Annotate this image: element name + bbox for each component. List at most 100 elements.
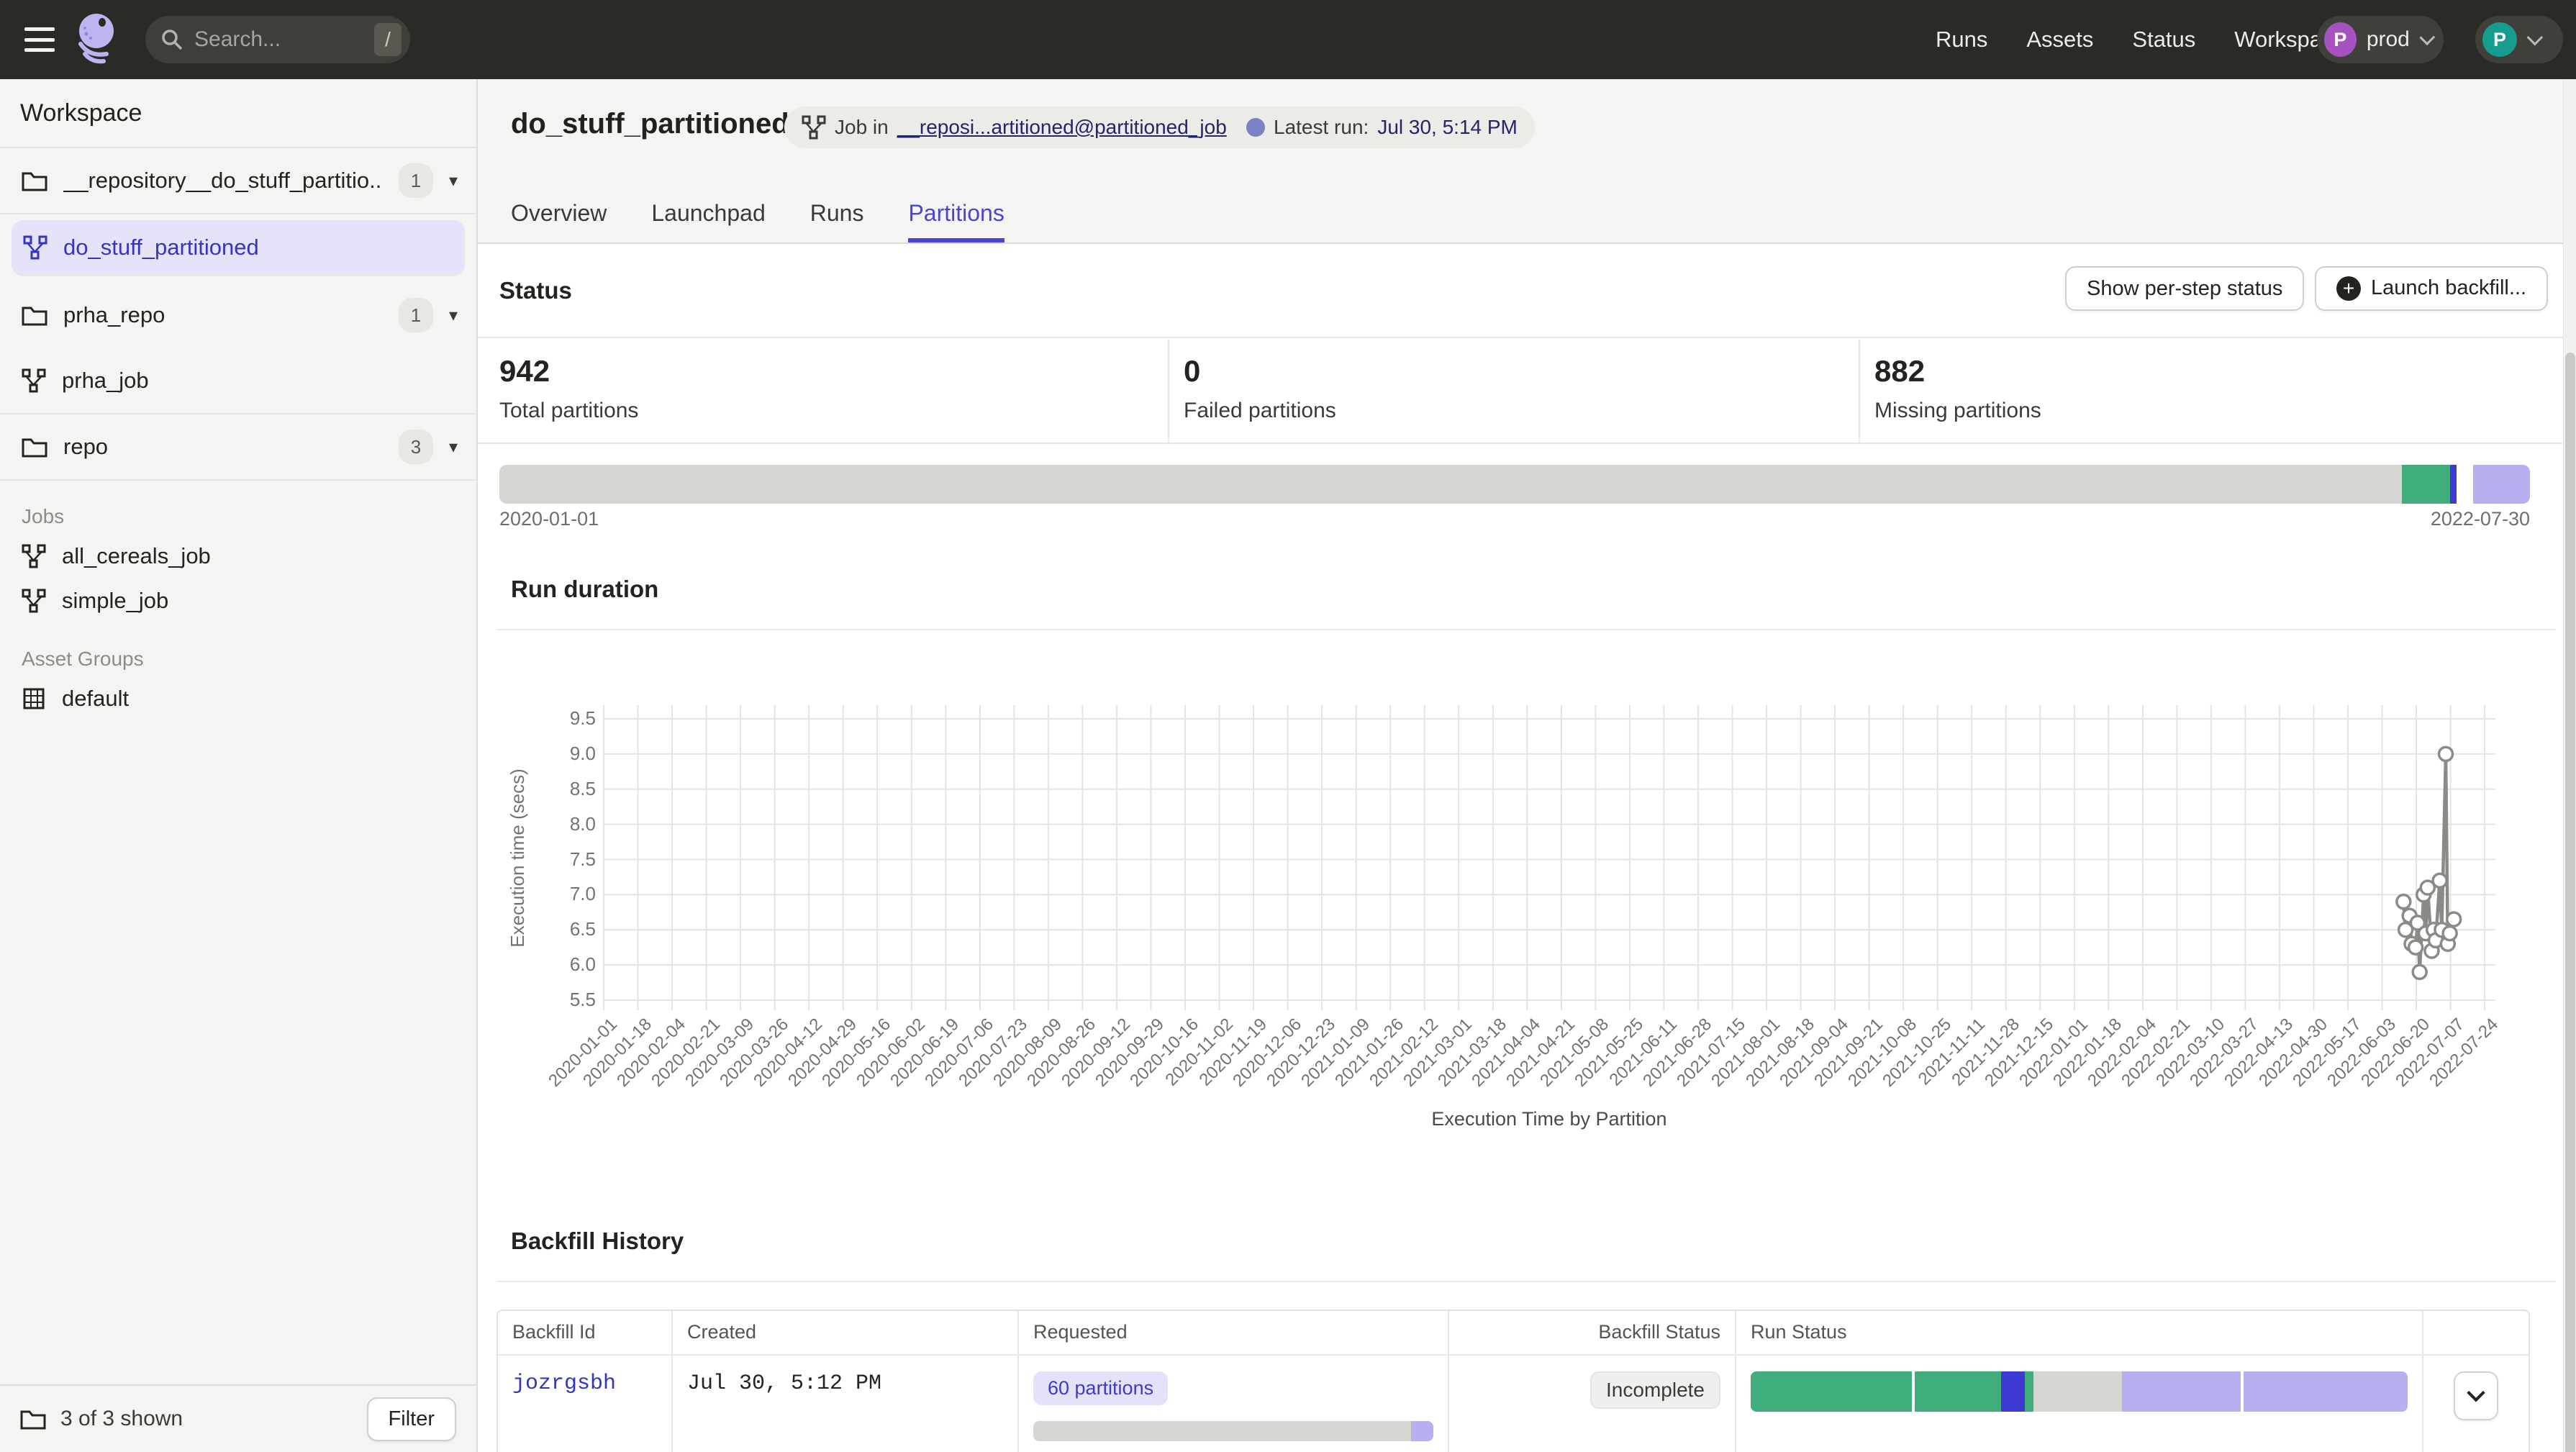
sidebar-item-repo[interactable]: repo3▾ [0, 414, 476, 481]
launch-backfill-button[interactable]: +Launch backfill... [2315, 266, 2548, 311]
expand-row-button[interactable] [2454, 1371, 2498, 1420]
sidebar-item-all-cereals-job[interactable]: all_cereals_job [0, 534, 476, 578]
tab-runs[interactable]: Runs [810, 200, 864, 242]
column-header-expand [2423, 1311, 2529, 1354]
job-count-badge: 3 [399, 430, 433, 464]
run-status-segment [2025, 1371, 2034, 1412]
sidebar-item-list: __repository__do_stuff_partitio... 1 ▾ do_s… [0, 148, 476, 721]
y-tick-label: 9.0 [532, 743, 596, 765]
status-heading: Status [499, 277, 572, 304]
deployment-switcher[interactable]: P prod [2317, 16, 2444, 63]
asset-group-icon [22, 686, 46, 711]
column-header-requested: Requested [1019, 1311, 1449, 1354]
latest-run-label: Latest run: [1274, 116, 1369, 139]
job-origin-link[interactable]: __reposi...artitioned@partitioned_job [897, 116, 1227, 139]
sidebar-item-label: default [62, 686, 458, 712]
caret-down-icon[interactable]: ▾ [449, 305, 458, 326]
sidebar-item-prha-job[interactable]: prha_job [0, 348, 476, 414]
status-section-header: Status Show per-step status +Launch back… [478, 245, 2576, 338]
search-shortcut-key: / [374, 23, 402, 56]
stat-value: 882 [1874, 354, 2041, 389]
partition-status-segment [2402, 465, 2449, 504]
tab-overview[interactable]: Overview [511, 200, 607, 242]
backfill-id-link[interactable]: jozrgsbh [512, 1371, 616, 1396]
chevron-down-icon [2419, 30, 2435, 45]
sidebar-footer: 3 of 3 shown Filter [0, 1384, 476, 1452]
y-tick-label: 7.5 [532, 848, 596, 871]
run-duration-chart [603, 705, 2495, 1010]
top-nav-links: RunsAssetsStatusWorkspace [1936, 0, 2346, 79]
folder-icon [22, 436, 47, 458]
sidebar-item-simple-job[interactable]: simple_job [0, 578, 476, 623]
partition-stats: 942Total partitions0Failed partitions882… [478, 340, 2576, 444]
job-count-badge: 1 [399, 163, 433, 198]
chevron-down-icon [2527, 30, 2544, 46]
sidebar-section-label: Jobs [0, 481, 476, 534]
sidebar-item-prha-repo[interactable]: prha_repo1▾ [0, 282, 476, 348]
job-icon [22, 368, 46, 393]
sidebar-item-label: do_stuff_partitioned [63, 235, 446, 260]
tab-launchpad[interactable]: Launchpad [651, 200, 765, 242]
requested-segment [1411, 1421, 1433, 1441]
folder-icon [20, 1408, 46, 1430]
y-tick-label: 5.5 [532, 989, 596, 1011]
nav-runs[interactable]: Runs [1936, 27, 1987, 53]
run-status-segment [1751, 1371, 1915, 1412]
folder-icon [22, 304, 47, 326]
user-menu[interactable]: P [2475, 16, 2563, 63]
tab-partitions[interactable]: Partitions [908, 200, 1004, 242]
caret-down-icon[interactable]: ▾ [449, 171, 458, 191]
show-per-step-status-button[interactable]: Show per-step status [2065, 266, 2304, 311]
latest-run-link[interactable]: Jul 30, 5:14 PM [1377, 116, 1518, 139]
hamburger-menu-icon[interactable] [24, 27, 55, 52]
sidebar-item-label: all_cereals_job [62, 543, 458, 569]
sidebar-item--repository-do-stuff-partitio-[interactable]: __repository__do_stuff_partitio... 1 ▾ [0, 148, 476, 214]
requested-segment [1033, 1421, 1411, 1441]
column-header-created: Created [673, 1311, 1019, 1354]
scrollbar-thumb[interactable] [2565, 353, 2575, 1452]
stat-missing-partitions: 882Missing partitions [1874, 340, 2041, 443]
partition-status-segment [2450, 465, 2457, 504]
filter-button[interactable]: Filter [367, 1397, 456, 1441]
sidebar-item-default[interactable]: default [0, 676, 476, 721]
column-header-backfill-id: Backfill Id [498, 1311, 673, 1354]
repo-count-text: 3 of 3 shown [60, 1407, 353, 1431]
deployment-avatar: P [2324, 22, 2357, 57]
deployment-label: prod [2367, 27, 2410, 52]
requested-cell: 60 partitions 2020-01-01 2022-07-30 [1019, 1356, 1449, 1452]
stat-value: 0 [1184, 354, 1336, 389]
caret-down-icon[interactable]: ▾ [449, 437, 458, 458]
column-header-run-status: Run Status [1736, 1311, 2423, 1354]
chart-y-axis-label: Execution time (secs) [504, 705, 531, 1010]
requested-partitions-tag: 60 partitions [1033, 1371, 1168, 1405]
dagster-logo-icon[interactable] [73, 12, 121, 67]
run-status-segment [2244, 1371, 2408, 1412]
requested-progress-bar [1033, 1421, 1433, 1441]
backfill-history-table: Backfill IdCreatedRequestedBackfill Stat… [496, 1310, 2530, 1452]
partition-status-segment [2457, 465, 2473, 504]
y-tick-label: 6.0 [532, 953, 596, 976]
stat-label: Total partitions [499, 399, 638, 423]
page-scrollbar [2563, 79, 2576, 1452]
partition-range-start: 2020-01-01 [499, 508, 599, 530]
job-tabs: Overview Launchpad Runs Partitions [511, 200, 1004, 242]
y-tick-label: 8.5 [532, 778, 596, 800]
job-icon [22, 544, 46, 568]
sidebar-title: Workspace [0, 79, 476, 148]
page-title: do_stuff_partitioned [511, 108, 789, 140]
nav-assets[interactable]: Assets [2026, 27, 2093, 53]
expand-cell [2423, 1356, 2529, 1452]
run-status-segment [2122, 1371, 2244, 1412]
sidebar-item-do-stuff-partitioned[interactable]: do_stuff_partitioned [12, 220, 465, 276]
run-status-segment [1915, 1371, 2001, 1412]
search-input[interactable] [194, 27, 374, 52]
sidebar-item-label: prha_repo [63, 302, 383, 328]
nav-status[interactable]: Status [2132, 27, 2195, 53]
job-origin-tag: Job in __reposi...artitioned@partitioned… [784, 106, 1277, 148]
sidebar-item-label: simple_job [62, 588, 458, 614]
sidebar-item-label: __repository__do_stuff_partitio... [63, 168, 383, 194]
global-search[interactable]: / [145, 16, 410, 63]
dagster-app: / RunsAssetsStatusWorkspace P prod P Wor… [0, 0, 2576, 1452]
sidebar-section-label: Asset Groups [0, 623, 476, 676]
plus-circle-icon: + [2336, 276, 2361, 301]
